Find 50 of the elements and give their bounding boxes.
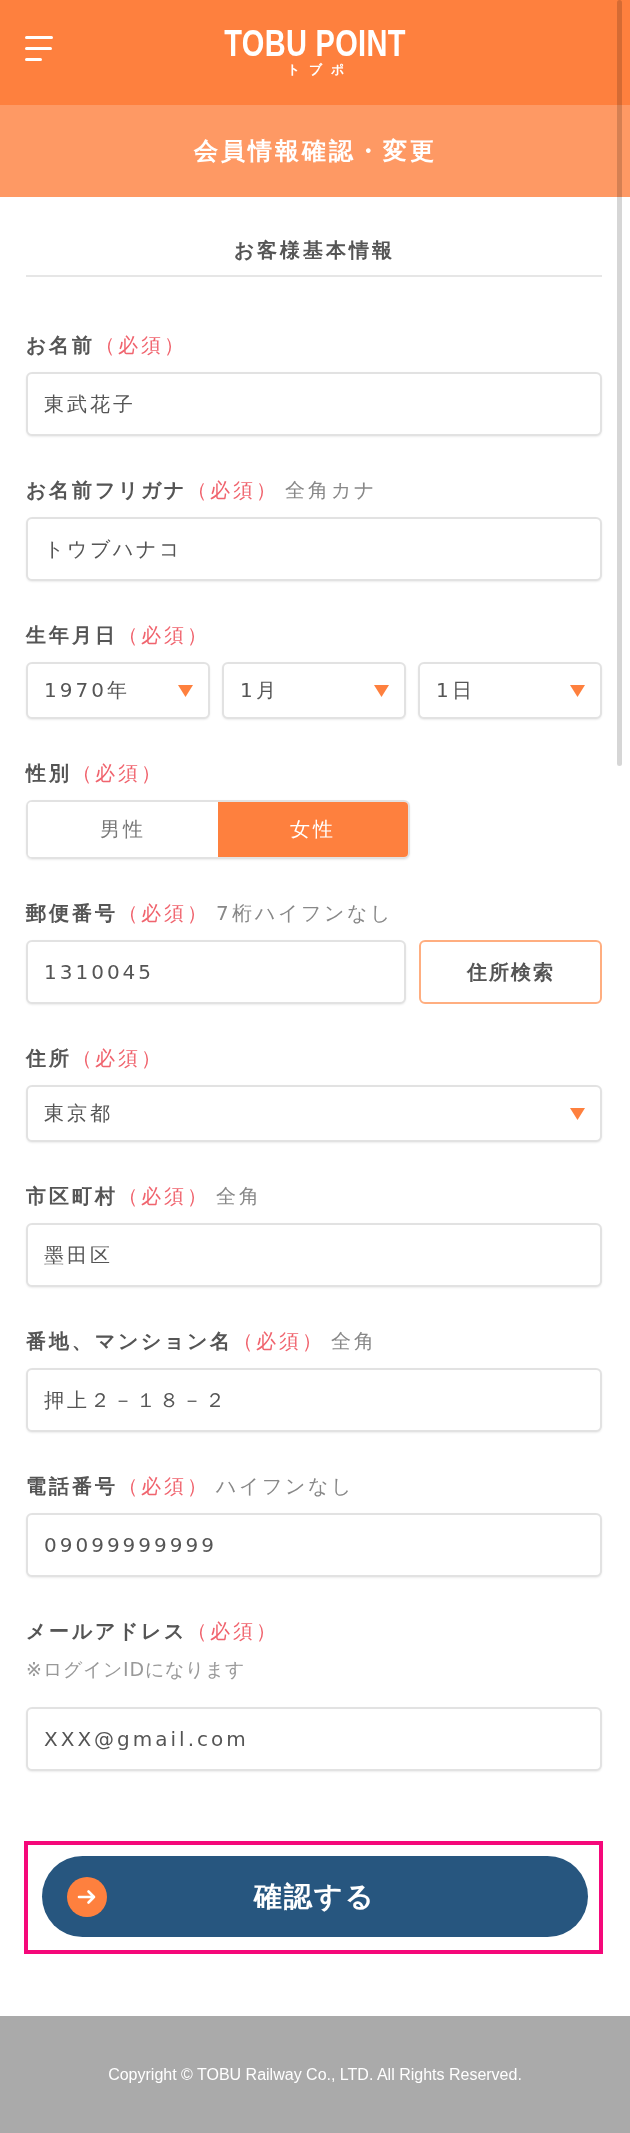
field-label: 番地、マンション名 bbox=[26, 1328, 233, 1354]
day-dropdown[interactable]: 1日 bbox=[418, 662, 602, 719]
field-hint: ハイフンなし bbox=[216, 1473, 354, 1499]
field-label: 市区町村 bbox=[26, 1183, 118, 1209]
field-label: メールアドレス bbox=[26, 1618, 187, 1644]
required-label: （必須） bbox=[72, 1045, 164, 1071]
toggle-option[interactable]: 男性 bbox=[28, 802, 218, 857]
caret-icon bbox=[570, 1107, 585, 1120]
field-hint: 全角 bbox=[331, 1328, 377, 1354]
input-field[interactable]: トウブハナコ bbox=[26, 517, 602, 581]
field-label: お名前 bbox=[26, 332, 95, 358]
confirm-button[interactable]: 確認する bbox=[42, 1856, 588, 1937]
required-label: （必須） bbox=[72, 760, 164, 786]
input-field[interactable]: 1310045 bbox=[26, 940, 406, 1004]
field-label: お名前フリガナ bbox=[26, 477, 187, 503]
required-label: （必須） bbox=[118, 900, 210, 926]
required-label: （必須） bbox=[95, 332, 187, 358]
input-field[interactable]: 09099999999 bbox=[26, 1513, 602, 1577]
input-field[interactable]: 押上２－１８－２ bbox=[26, 1368, 602, 1432]
required-label: （必須） bbox=[118, 1473, 210, 1499]
required-label: （必須） bbox=[187, 477, 279, 503]
caret-icon bbox=[570, 684, 585, 697]
caret-icon bbox=[374, 684, 389, 697]
page-title: 会員情報確認・変更 bbox=[193, 136, 437, 166]
address-search-button[interactable]: 住所検索 bbox=[419, 940, 602, 1004]
caret-icon bbox=[178, 684, 193, 697]
field-label: 郵便番号 bbox=[26, 900, 118, 926]
field-label: 電話番号 bbox=[26, 1473, 118, 1499]
month-dropdown[interactable]: 1月 bbox=[222, 662, 406, 719]
field-label: 生年月日 bbox=[26, 622, 118, 648]
input-field[interactable]: XXX@gmail.com bbox=[26, 1707, 602, 1771]
year-dropdown[interactable]: 1970年 bbox=[26, 662, 210, 719]
required-label: （必須） bbox=[187, 1618, 279, 1644]
required-label: （必須） bbox=[118, 622, 210, 648]
scrollbar-thumb[interactable] bbox=[617, 0, 622, 766]
field-label: 住所 bbox=[26, 1045, 72, 1071]
required-label: （必須） bbox=[233, 1328, 325, 1354]
input-field[interactable]: 墨田区 bbox=[26, 1223, 602, 1287]
field-label: 性別 bbox=[26, 760, 72, 786]
menu-icon[interactable] bbox=[25, 36, 53, 61]
copyright-text: Copyright © TOBU Railway Co., LTD. All Rights Reserved. bbox=[108, 2064, 522, 2085]
section-title: お客様基本情報 bbox=[233, 237, 395, 263]
field-hint: 7桁ハイフンなし bbox=[216, 900, 393, 926]
prefecture-dropdown[interactable]: 東京都 bbox=[26, 1085, 602, 1142]
required-label: （必須） bbox=[118, 1183, 210, 1209]
field-note: ※ログインIDになります bbox=[26, 1657, 247, 1682]
field-hint: 全角カナ bbox=[285, 477, 377, 503]
input-field[interactable]: 東武花子 bbox=[26, 372, 602, 436]
field-hint: 全角 bbox=[216, 1183, 262, 1209]
logo-subtitle: トブポ bbox=[285, 62, 353, 77]
